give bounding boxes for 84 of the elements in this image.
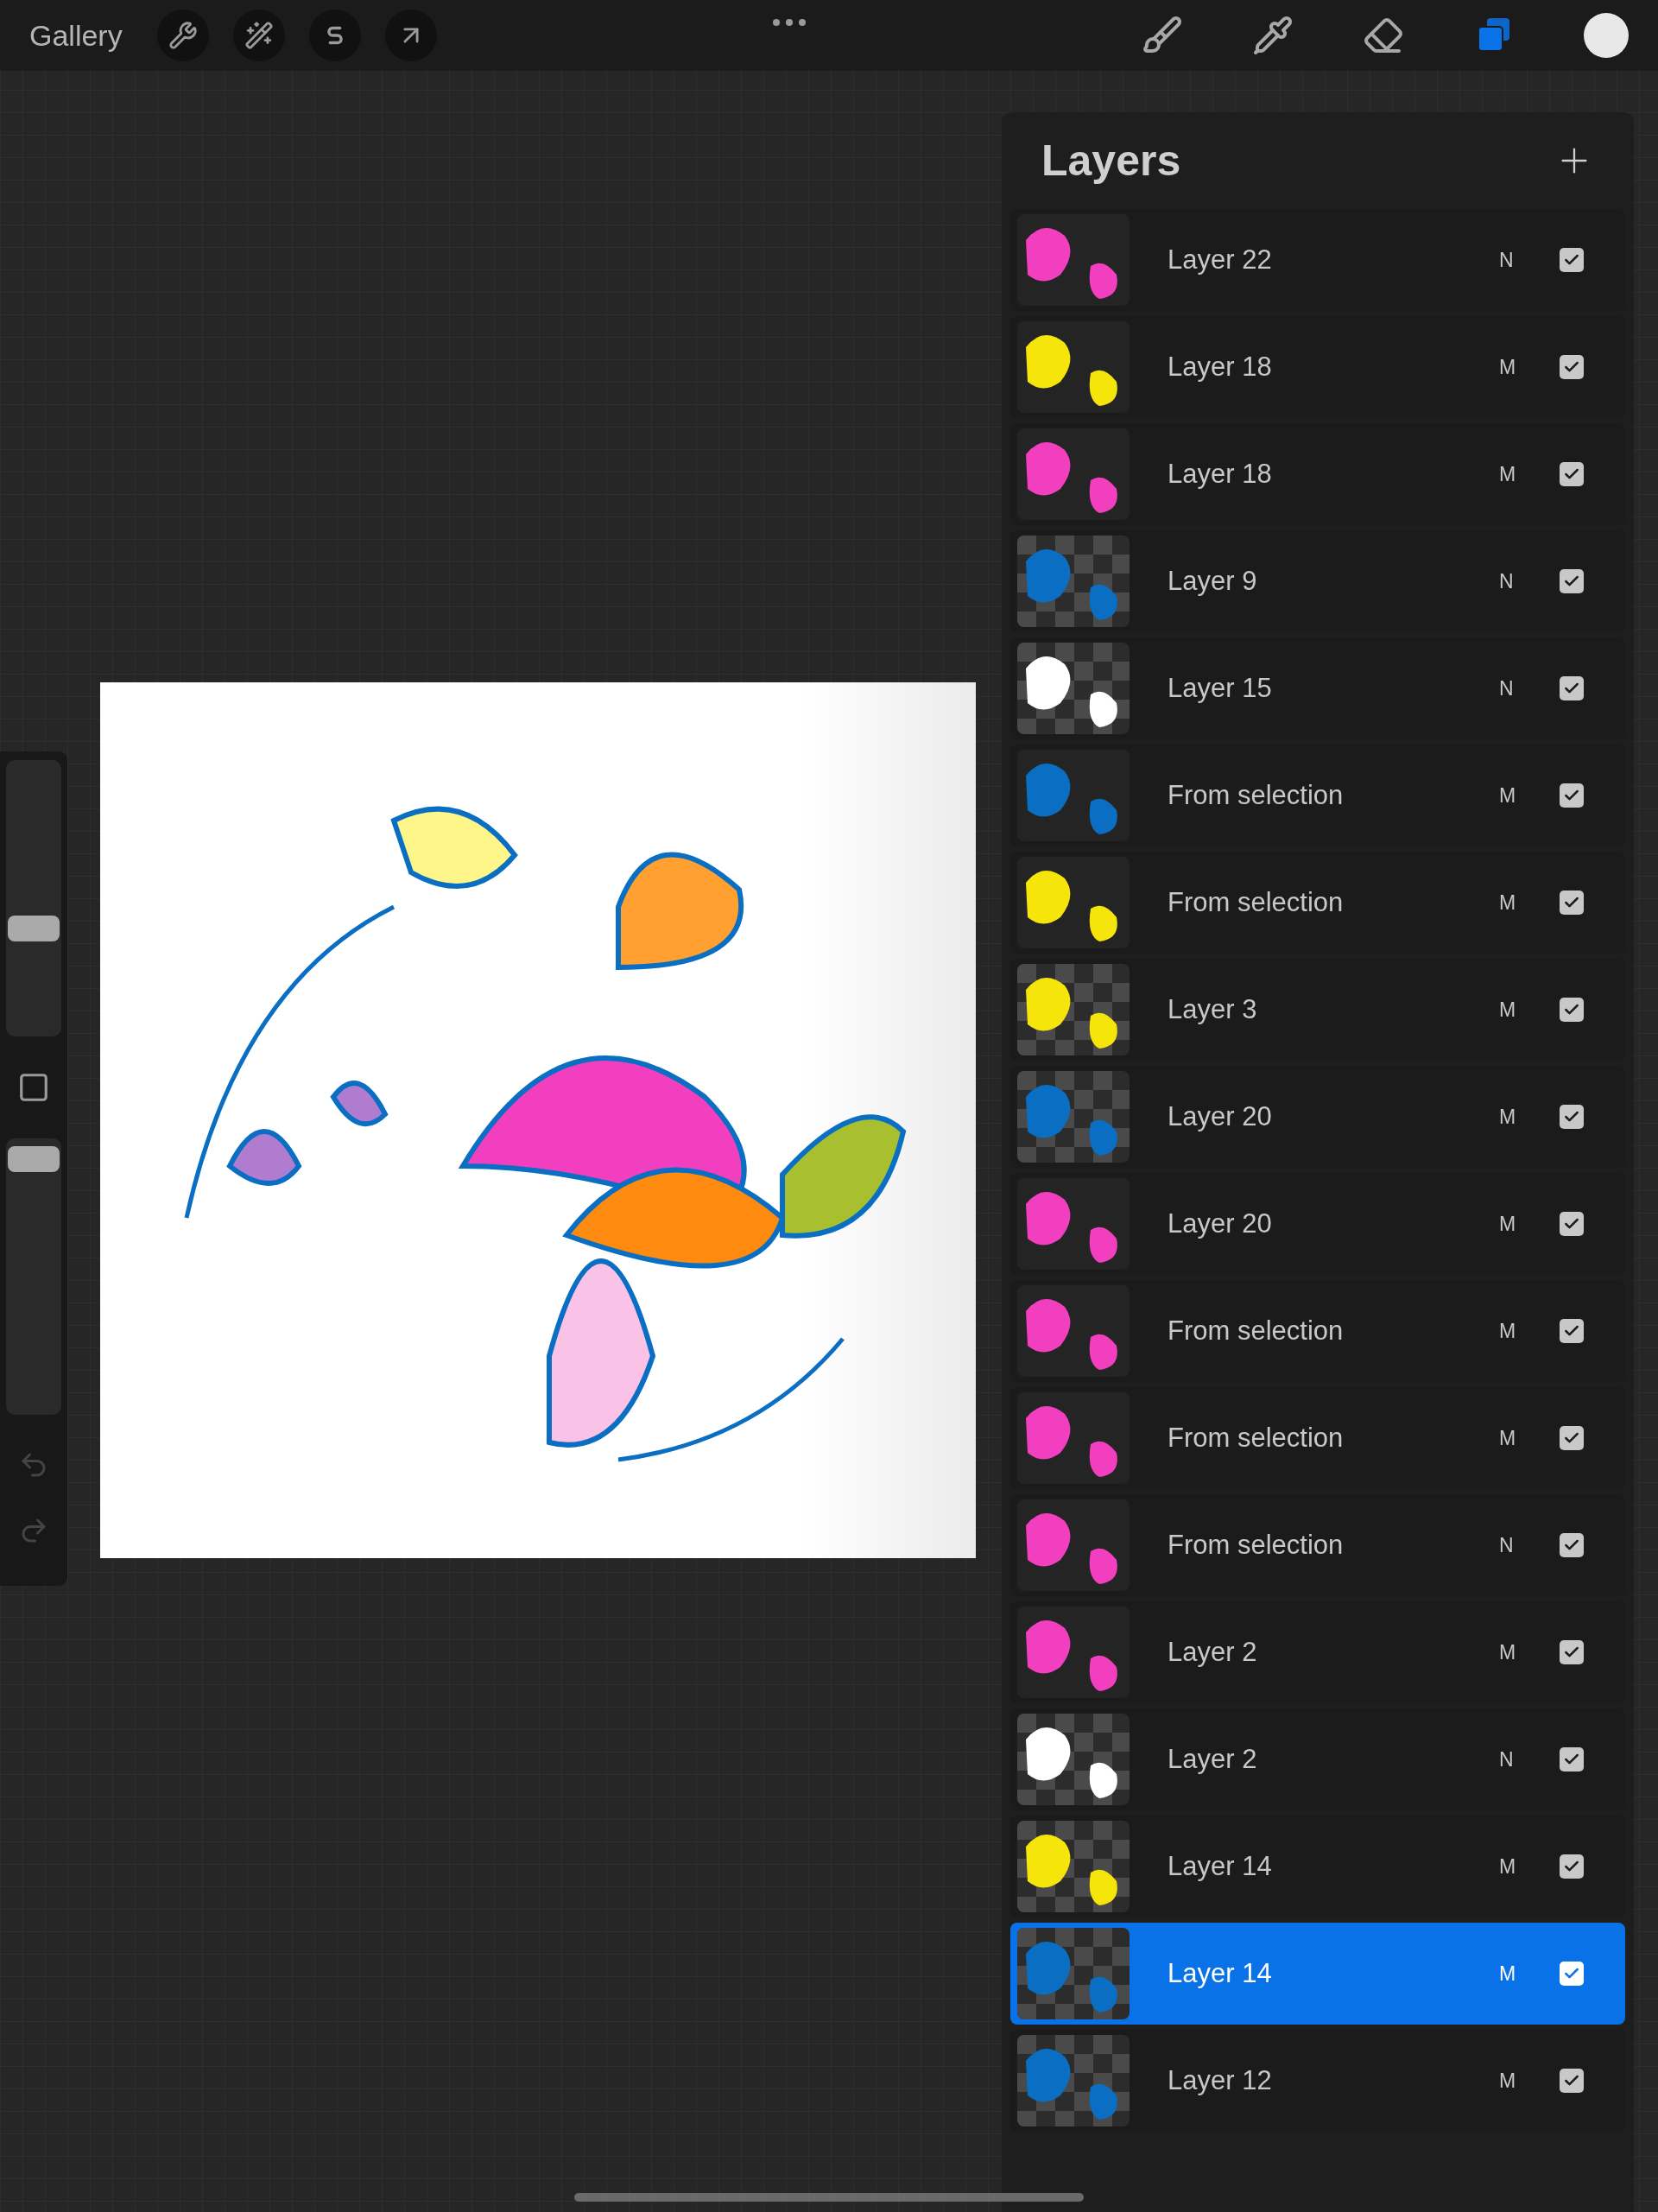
color-swatch[interactable] bbox=[1584, 13, 1629, 58]
layer-name: From selection bbox=[1168, 778, 1345, 812]
layer-name: Layer 15 bbox=[1168, 671, 1273, 705]
blend-mode-label[interactable]: M bbox=[1499, 352, 1551, 383]
layer-name: Layer 2 bbox=[1168, 1635, 1258, 1669]
blend-mode-label[interactable]: M bbox=[1499, 1851, 1551, 1882]
layer-name: Layer 18 bbox=[1168, 350, 1273, 383]
layer-row[interactable]: Layer 20 M bbox=[1010, 1066, 1625, 1168]
visibility-checkbox[interactable] bbox=[1560, 1212, 1584, 1236]
layer-name: Layer 14 bbox=[1168, 1956, 1273, 1990]
visibility-checkbox[interactable] bbox=[1560, 783, 1584, 808]
visibility-checkbox[interactable] bbox=[1560, 1533, 1584, 1557]
blend-mode-label[interactable]: M bbox=[1499, 2065, 1551, 2096]
canvas-artwork[interactable] bbox=[100, 682, 976, 1558]
blend-mode-label[interactable]: M bbox=[1499, 1208, 1551, 1239]
slider-handle[interactable] bbox=[8, 915, 60, 941]
layer-name: From selection bbox=[1168, 885, 1345, 919]
blend-mode-label[interactable]: N bbox=[1499, 1744, 1551, 1775]
layer-row[interactable]: Layer 2 M bbox=[1010, 1601, 1625, 1703]
layer-row[interactable]: From selection M bbox=[1010, 1387, 1625, 1489]
layer-row[interactable]: From selection N bbox=[1010, 1494, 1625, 1596]
layer-name: From selection bbox=[1168, 1314, 1345, 1347]
visibility-checkbox[interactable] bbox=[1560, 1105, 1584, 1129]
layer-row[interactable]: Layer 20 M bbox=[1010, 1173, 1625, 1275]
blend-mode-label[interactable]: M bbox=[1499, 1315, 1551, 1347]
layer-row[interactable]: Layer 14 M bbox=[1010, 1923, 1625, 2025]
layer-name: From selection bbox=[1168, 1421, 1345, 1455]
brush-size-slider[interactable] bbox=[6, 760, 61, 1036]
blend-mode-label[interactable]: N bbox=[1499, 244, 1551, 276]
modify-button[interactable] bbox=[17, 1071, 50, 1104]
gallery-button[interactable]: Gallery bbox=[29, 13, 123, 58]
magic-wand-icon bbox=[244, 21, 274, 50]
layer-name: Layer 12 bbox=[1168, 2063, 1273, 2097]
layer-row[interactable]: Layer 18 M bbox=[1010, 316, 1625, 418]
slider-handle[interactable] bbox=[8, 1145, 60, 1172]
layer-row[interactable]: Layer 2 N bbox=[1010, 1708, 1625, 1810]
visibility-checkbox[interactable] bbox=[1560, 355, 1584, 379]
layer-name: Layer 9 bbox=[1168, 564, 1258, 598]
visibility-checkbox[interactable] bbox=[1560, 1962, 1584, 1986]
layer-row[interactable]: Layer 18 M bbox=[1010, 423, 1625, 525]
blend-mode-label[interactable]: N bbox=[1499, 566, 1551, 597]
blend-mode-label[interactable]: M bbox=[1499, 780, 1551, 811]
visibility-checkbox[interactable] bbox=[1560, 1747, 1584, 1772]
panel-title: Layers bbox=[1041, 135, 1181, 187]
blend-mode-label[interactable]: M bbox=[1499, 887, 1551, 918]
blend-mode-label[interactable]: M bbox=[1499, 994, 1551, 1025]
visibility-checkbox[interactable] bbox=[1560, 1319, 1584, 1343]
layer-name: Layer 18 bbox=[1168, 457, 1273, 491]
layer-name: From selection bbox=[1168, 1528, 1345, 1562]
wrench-icon bbox=[168, 21, 198, 50]
visibility-checkbox[interactable] bbox=[1560, 1426, 1584, 1450]
layer-row[interactable]: Layer 12 M bbox=[1010, 2030, 1625, 2132]
layer-row[interactable]: From selection M bbox=[1010, 745, 1625, 846]
layer-name: Layer 14 bbox=[1168, 1849, 1273, 1883]
layer-name: Layer 20 bbox=[1168, 1100, 1273, 1133]
visibility-checkbox[interactable] bbox=[1560, 2069, 1584, 2093]
layer-name: Layer 22 bbox=[1168, 243, 1273, 276]
layer-row[interactable]: Layer 9 N bbox=[1010, 530, 1625, 632]
visibility-checkbox[interactable] bbox=[1560, 1640, 1584, 1664]
layer-name: Layer 2 bbox=[1168, 1742, 1258, 1776]
visibility-checkbox[interactable] bbox=[1560, 998, 1584, 1022]
blend-mode-label[interactable]: M bbox=[1499, 1423, 1551, 1454]
layer-row[interactable]: Layer 22 N bbox=[1010, 209, 1625, 311]
blend-mode-label[interactable]: M bbox=[1499, 1637, 1551, 1668]
layer-name: Layer 3 bbox=[1168, 992, 1258, 1026]
blend-mode-label[interactable]: N bbox=[1499, 673, 1551, 704]
opacity-slider[interactable] bbox=[6, 1138, 61, 1415]
layer-name: Layer 20 bbox=[1168, 1207, 1273, 1240]
visibility-checkbox[interactable] bbox=[1560, 248, 1584, 272]
layer-row[interactable]: From selection M bbox=[1010, 1280, 1625, 1382]
visibility-checkbox[interactable] bbox=[1560, 1854, 1584, 1879]
blend-mode-label[interactable]: M bbox=[1499, 1101, 1551, 1132]
layer-row[interactable]: From selection M bbox=[1010, 852, 1625, 954]
visibility-checkbox[interactable] bbox=[1560, 891, 1584, 915]
layer-row[interactable]: Layer 15 N bbox=[1010, 637, 1625, 739]
blend-mode-label[interactable]: M bbox=[1499, 459, 1551, 490]
visibility-checkbox[interactable] bbox=[1560, 569, 1584, 593]
layer-row[interactable]: Layer 14 M bbox=[1010, 1816, 1625, 1917]
visibility-checkbox[interactable] bbox=[1560, 676, 1584, 700]
more-dots-icon[interactable] bbox=[771, 18, 807, 27]
blend-mode-label[interactable]: N bbox=[1499, 1530, 1551, 1561]
blend-mode-label[interactable]: M bbox=[1499, 1958, 1551, 1989]
layer-row[interactable]: Layer 3 M bbox=[1010, 959, 1625, 1061]
visibility-checkbox[interactable] bbox=[1560, 462, 1584, 486]
